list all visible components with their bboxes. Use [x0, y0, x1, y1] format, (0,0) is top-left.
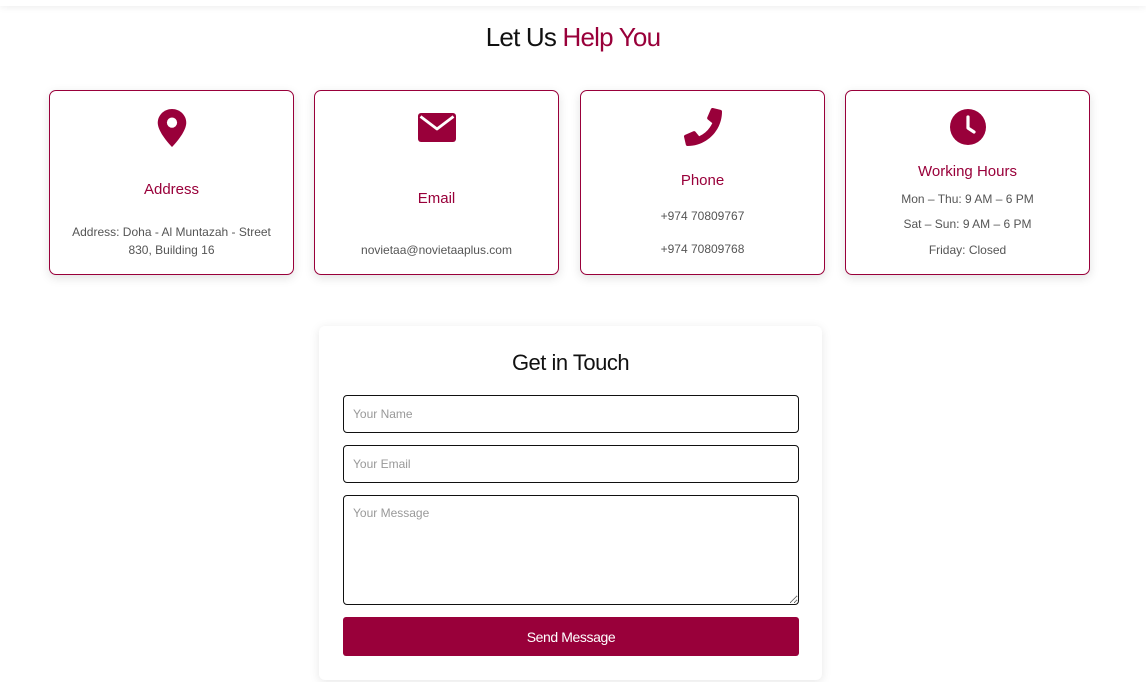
heading-main: Let Us [485, 22, 563, 52]
email-title: Email [417, 190, 456, 207]
hours-sat-sun: Sat – Sun: 9 AM – 6 PM [903, 217, 1032, 231]
message-textarea[interactable] [343, 495, 799, 605]
phone-icon [581, 108, 824, 146]
phone-number-2[interactable]: +974 70809768 [591, 240, 814, 258]
section-heading: Let Us Help You [0, 22, 1146, 53]
form-title: Get in Touch [511, 350, 630, 375]
phone-number-1[interactable]: +974 70809767 [591, 207, 814, 225]
envelope-icon [315, 113, 558, 142]
working-hours-card: Working Hours Mon – Thu: 9 AM – 6 PM Sat… [845, 90, 1090, 275]
phone-card: Phone +974 70809767 +974 70809768 [580, 90, 825, 275]
address-text: Address: Doha - Al Muntazah - Street 830… [72, 225, 271, 257]
page: Let Us Help You Address Address: Doha - … [0, 0, 1146, 682]
map-pin-icon [50, 109, 293, 147]
clock-icon [846, 109, 1089, 145]
hours-mon-thu: Mon – Thu: 9 AM – 6 PM [901, 192, 1034, 206]
contact-form: Get in Touch Send Message [319, 326, 822, 680]
phone-title: Phone [680, 172, 725, 189]
email-address[interactable]: novietaa@novietaaplus.com [325, 241, 548, 259]
address-card: Address Address: Doha - Al Muntazah - St… [49, 90, 294, 275]
email-card: Email novietaa@novietaaplus.com [314, 90, 559, 275]
address-title: Address [143, 181, 200, 198]
hours-friday: Friday: Closed [928, 243, 1007, 257]
name-input[interactable] [343, 395, 799, 433]
heading-accent: Help You [562, 22, 662, 52]
send-message-button[interactable]: Send Message [343, 617, 799, 656]
working-hours-title: Working Hours [918, 163, 1017, 180]
header-shadow [0, 0, 1146, 6]
email-input[interactable] [343, 445, 799, 483]
